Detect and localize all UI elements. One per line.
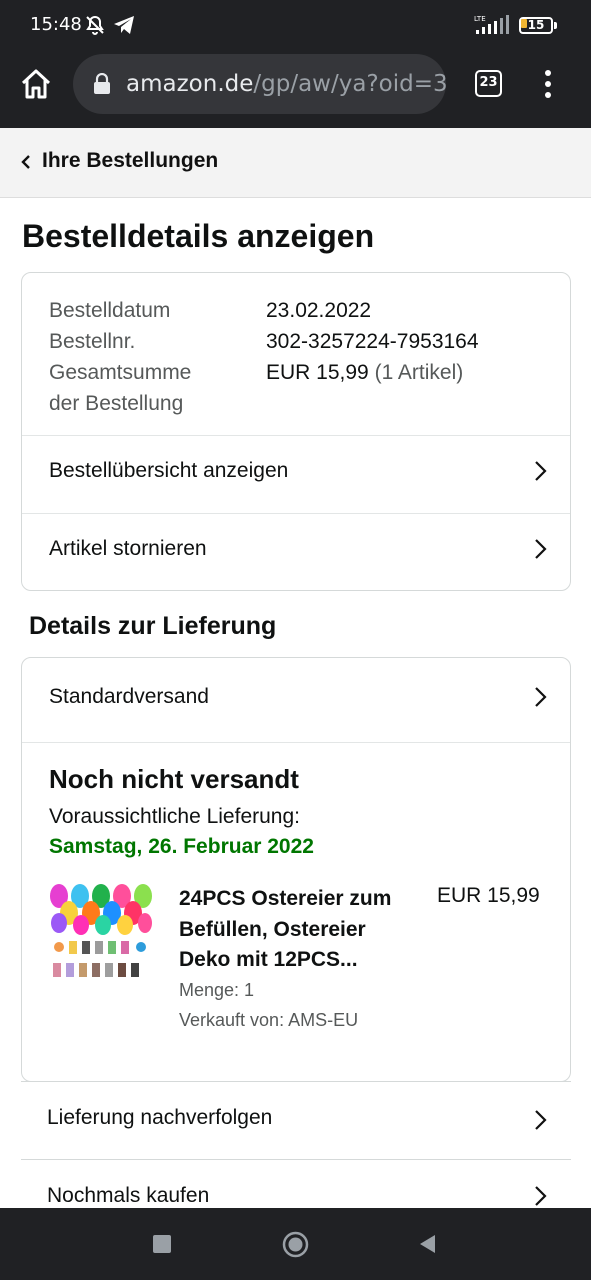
order-total-label: Gesamtsumme: [49, 361, 192, 384]
order-number-value: 302-3257224-7953164: [266, 330, 479, 353]
product-seller: Verkauft von: AMS-EU: [179, 1010, 359, 1030]
chevron-right-icon: [535, 687, 547, 707]
eta-date: Samstag, 26. Februar 2022: [49, 835, 314, 858]
order-info: Bestelldatum 23.02.2022 Bestellnr. 302-3…: [49, 295, 549, 419]
back-icon[interactable]: [417, 1233, 437, 1255]
signal-icon: LTE: [474, 15, 509, 34]
order-overview-link[interactable]: Bestellübersicht anzeigen: [22, 436, 570, 513]
tabs-icon[interactable]: 23: [475, 70, 502, 97]
order-number-label: Bestellnr.: [49, 330, 136, 353]
divider: [22, 742, 570, 743]
home-icon[interactable]: [18, 66, 54, 102]
breadcrumb-label[interactable]: Ihre Bestellungen: [42, 149, 218, 173]
mute-icon: [86, 15, 104, 35]
battery-icon: 15: [519, 17, 557, 34]
product-image[interactable]: [49, 883, 153, 985]
chevron-right-icon: [535, 1186, 547, 1206]
status-bar: 15:48 LTE 15: [0, 0, 591, 52]
lock-icon[interactable]: [93, 73, 111, 95]
order-item-count: (1 Artikel): [374, 361, 464, 384]
order-date-value: 23.02.2022: [266, 299, 372, 322]
url-path: /gp/aw/ya?oid=30: [253, 71, 446, 97]
order-overview-label: Bestellübersicht anzeigen: [49, 459, 289, 482]
cancel-items-label: Artikel stornieren: [49, 537, 207, 560]
order-date-label: Bestelldatum: [49, 299, 171, 322]
chevron-right-icon: [535, 539, 547, 559]
order-total-label-2: der Bestellung: [49, 392, 184, 415]
chevron-left-icon: [21, 155, 30, 169]
home-circle-icon[interactable]: [282, 1231, 309, 1258]
track-package-label: Lieferung nachverfolgen: [47, 1106, 273, 1129]
shipping-method-link[interactable]: Standardversand: [22, 658, 570, 742]
eta-label: Voraussichtliche Lieferung:: [49, 805, 300, 828]
url-host: amazon.de: [126, 71, 254, 97]
status-time: 15:48: [30, 14, 82, 35]
menu-icon[interactable]: [538, 68, 558, 100]
shipping-method-label: Standardversand: [49, 685, 209, 708]
page-content: Ihre Bestellungen Bestelldetails anzeige…: [0, 128, 591, 1208]
network-type: LTE: [474, 15, 486, 23]
delivery-card: Standardversand Noch nicht versandt Vora…: [21, 657, 571, 1082]
browser-toolbar: amazon.de/gp/aw/ya?oid=30 23: [0, 52, 591, 128]
buy-again-link[interactable]: Nochmals kaufen: [21, 1159, 571, 1208]
recents-icon[interactable]: [153, 1235, 171, 1253]
chevron-right-icon: [535, 1110, 547, 1130]
buy-again-label: Nochmals kaufen: [47, 1184, 210, 1207]
address-bar[interactable]: amazon.de/gp/aw/ya?oid=30: [73, 54, 446, 114]
order-total-amount: EUR 15,99: [266, 361, 369, 384]
track-package-link[interactable]: Lieferung nachverfolgen: [21, 1081, 571, 1159]
cancel-items-link[interactable]: Artikel stornieren: [22, 514, 570, 591]
product-title-link[interactable]: 24PCS Ostereier zum Befüllen, Ostereier …: [179, 884, 419, 976]
product-quantity: Menge: 1: [179, 980, 255, 1000]
order-total-value: EUR 15,99 (1 Artikel): [266, 357, 463, 388]
page-title: Bestelldetails anzeigen: [22, 218, 375, 254]
delivery-section-title: Details zur Lieferung: [29, 612, 277, 640]
product-price: EUR 15,99: [437, 884, 540, 907]
chevron-right-icon: [535, 461, 547, 481]
url-text[interactable]: amazon.de/gp/aw/ya?oid=30: [126, 71, 446, 97]
order-summary-card: Bestelldatum 23.02.2022 Bestellnr. 302-3…: [21, 272, 571, 591]
breadcrumb[interactable]: Ihre Bestellungen: [0, 128, 591, 198]
system-nav-bar: [0, 1208, 591, 1280]
battery-level: 15: [527, 18, 545, 32]
telegram-icon: [114, 16, 134, 34]
shipment-status: Noch nicht versandt: [49, 764, 299, 794]
